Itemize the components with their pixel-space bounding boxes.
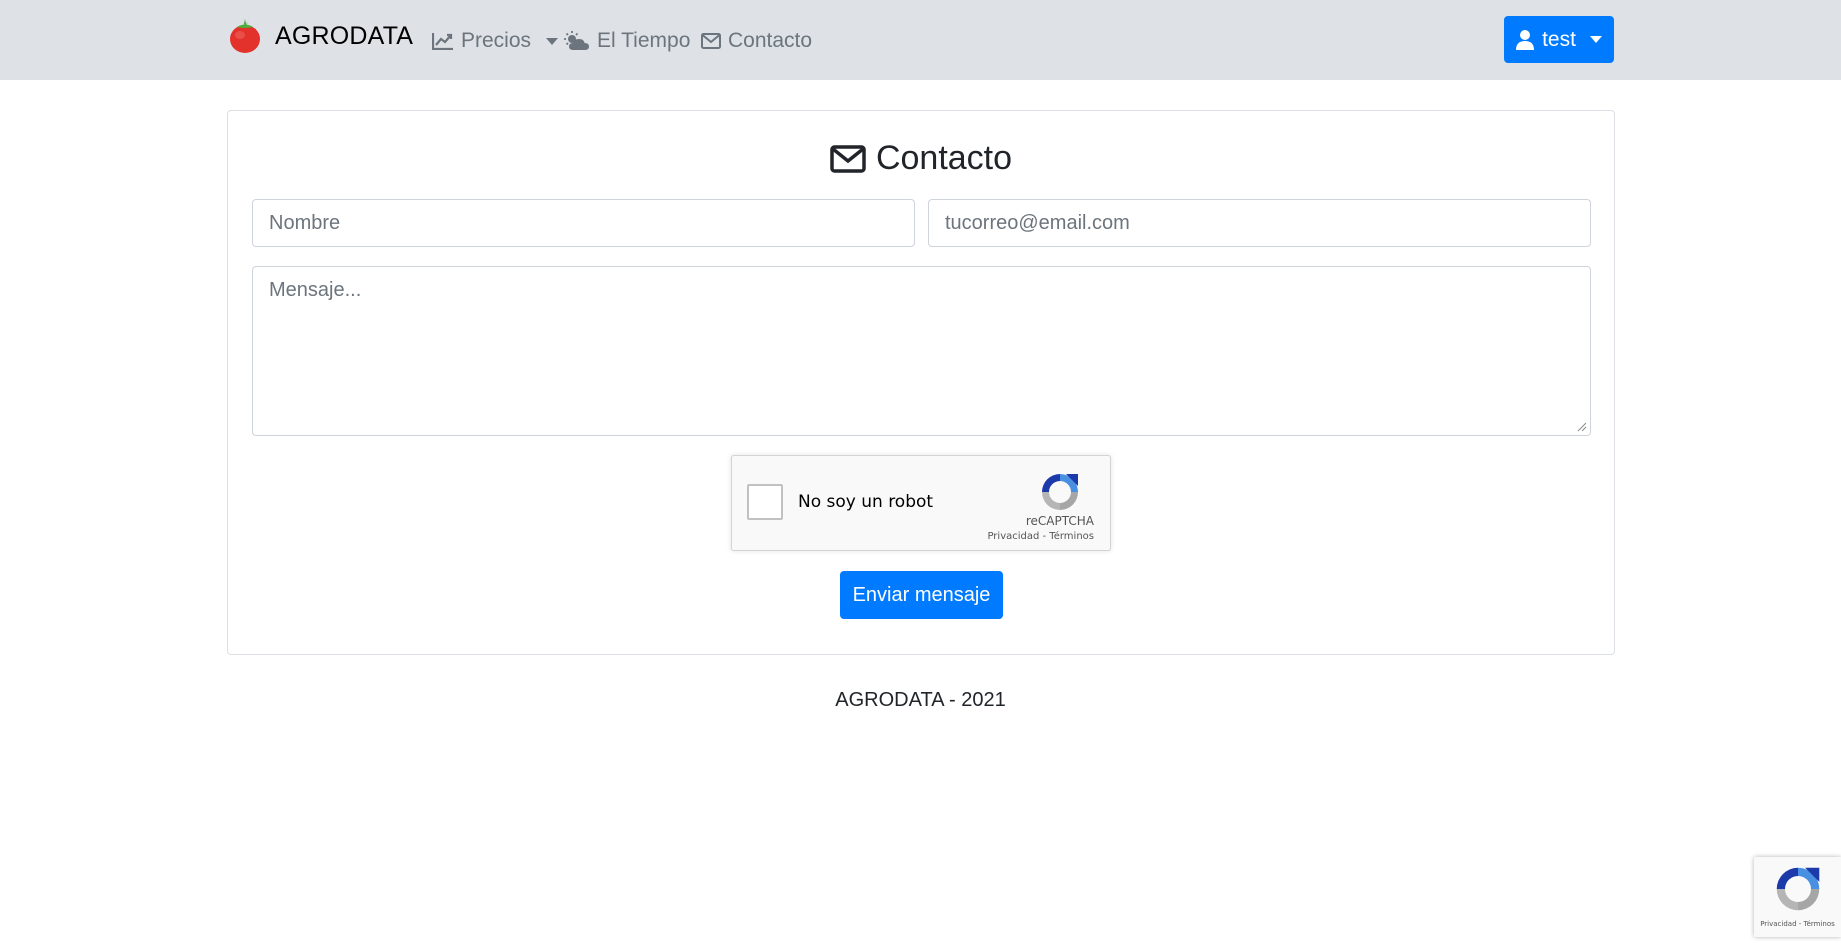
user-menu-button[interactable]: test — [1504, 16, 1614, 63]
resize-handle-icon[interactable] — [1577, 422, 1587, 432]
recaptcha-links[interactable]: Privacidad - Términos — [987, 531, 1094, 542]
message-placeholder: Mensaje... — [269, 279, 362, 301]
recaptcha-logo-icon — [1042, 474, 1078, 510]
page-title-text: Contacto — [875, 139, 1013, 177]
name-input[interactable]: Nombre — [252, 199, 915, 247]
chevron-down-icon — [546, 37, 559, 45]
contact-card: Contacto Nombre tucorreo@email.com Mensa… — [227, 110, 1615, 655]
tomato-logo-icon — [227, 18, 263, 54]
footer-text: AGRODATA - 2021 — [835, 689, 1006, 711]
cloud-sun-icon — [564, 31, 589, 50]
nav-item-contacto[interactable]: Contacto — [701, 26, 812, 56]
recaptcha-badge[interactable]: Privacidad - Términos — [1754, 857, 1841, 937]
recaptcha-logo-icon — [1776, 867, 1820, 911]
user-label: test — [1542, 27, 1576, 51]
recaptcha-label: No soy un robot — [798, 492, 934, 512]
recaptcha-checkbox[interactable] — [747, 484, 783, 520]
brand-link[interactable]: AGRODATA — [227, 14, 413, 58]
nav-label-el-tiempo: El Tiempo — [597, 29, 691, 52]
recaptcha-widget: No soy un robot reCAPTCHA Privacidad - T… — [731, 455, 1111, 551]
nav-label-contacto: Contacto — [728, 29, 813, 52]
badge-links[interactable]: Privacidad - Términos — [1754, 920, 1841, 928]
chevron-down-icon — [1589, 36, 1602, 43]
envelope-icon — [830, 144, 866, 173]
brand-text: AGRODATA — [275, 21, 414, 50]
nav-label-precios: Precios — [461, 29, 532, 52]
page-title: Contacto — [228, 139, 1614, 178]
user-icon — [1516, 29, 1535, 50]
navbar: AGRODATA Precios El Tiempo Contacto test — [0, 0, 1841, 80]
chart-line-icon — [432, 33, 453, 50]
email-input[interactable]: tucorreo@email.com — [928, 199, 1591, 247]
nav-item-el-tiempo[interactable]: El Tiempo — [564, 26, 690, 56]
envelope-icon — [701, 33, 721, 49]
submit-button[interactable]: Enviar mensaje — [840, 571, 1003, 619]
message-textarea[interactable]: Mensaje... — [252, 266, 1591, 436]
nav-item-precios[interactable]: Precios — [432, 26, 559, 56]
recaptcha-brand: reCAPTCHA — [1025, 514, 1094, 528]
